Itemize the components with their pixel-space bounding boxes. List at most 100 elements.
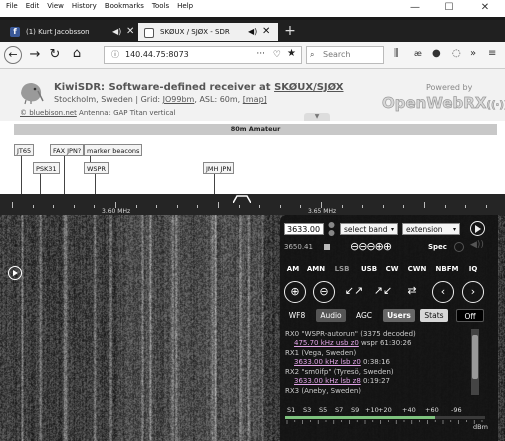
mode-nbfm[interactable]: NBFM: [433, 263, 461, 275]
max-in-button[interactable]: ↗↙: [372, 281, 394, 303]
menu-tools[interactable]: Tools: [152, 2, 169, 10]
menu-edit[interactable]: Edit: [26, 2, 40, 10]
close-window-button[interactable]: ✕: [470, 1, 500, 15]
spec-button[interactable]: Spec: [428, 243, 447, 251]
mode-cwn[interactable]: CWN: [405, 263, 429, 275]
collapse-header-chevron-icon[interactable]: ▼: [304, 113, 330, 121]
user-freq-rx2: 3633.00 kHz lsb z8 0:19:27: [294, 377, 390, 385]
scale-tick: [135, 205, 137, 208]
tab-agc[interactable]: AGC: [350, 309, 378, 322]
label-psk31[interactable]: PSK31: [33, 162, 60, 174]
forward-button[interactable]: →: [26, 46, 44, 64]
scale-tick: [362, 205, 364, 208]
tab-audio[interactable]: Audio: [316, 309, 346, 322]
asl-text: , ASL: 60m,: [194, 95, 243, 104]
zoom-buttons[interactable]: ⊖⊖⊖⊕⊕: [350, 240, 392, 253]
record-icon[interactable]: [454, 242, 464, 252]
tab-facebook[interactable]: f (1) Kurt Jacobsson ◀) ✕: [4, 23, 138, 41]
label-wspr[interactable]: WSPR: [84, 162, 109, 174]
s-meter-bar: [285, 416, 435, 419]
kiwi-callsign-link[interactable]: SKØUX/SJØX: [274, 82, 343, 93]
overflow-icon[interactable]: »: [470, 48, 476, 59]
mode-amn[interactable]: AMN: [305, 263, 327, 275]
tab-wf8[interactable]: WF8: [284, 309, 310, 322]
frequency-step-icon[interactable]: [328, 221, 335, 237]
hamburger-menu-icon[interactable]: ≡: [488, 48, 496, 59]
user-text: (Vega, Sweden): [299, 349, 357, 357]
mode-cw[interactable]: CW: [384, 263, 400, 275]
s-meter-label: +40: [402, 406, 416, 414]
speaker-icon[interactable]: ◀): [248, 23, 257, 41]
reload-button[interactable]: ↻: [46, 46, 64, 64]
chevron-down-icon: ▾: [390, 226, 394, 233]
mode-lsb[interactable]: LSB: [332, 263, 352, 275]
speaker-icon[interactable]: ◀): [112, 23, 121, 41]
page-left-button[interactable]: ‹: [432, 281, 454, 303]
scale-tick: [424, 202, 425, 208]
page-right-button[interactable]: ›: [462, 281, 484, 303]
menu-bookmarks[interactable]: Bookmarks: [105, 2, 144, 10]
band-select-value: select band: [344, 225, 388, 234]
tab-off[interactable]: Off: [456, 309, 484, 322]
mute-icon[interactable]: ◀)): [470, 240, 484, 250]
copyright-link[interactable]: © bluebison.net: [20, 109, 77, 117]
users-scrollbar-thumb[interactable]: [472, 335, 478, 379]
frequency-scale[interactable]: 3.60 MHz 3.65 MHz: [0, 194, 505, 215]
new-tab-button[interactable]: +: [282, 20, 298, 42]
band-bar[interactable]: 80m Amateur: [14, 124, 497, 135]
url-bar[interactable]: ⓘ 140.44.75:8073 ··· ♡ ★: [104, 46, 302, 64]
close-icon[interactable]: ✕: [126, 23, 134, 41]
scale-tick: [73, 205, 75, 208]
lock-icon[interactable]: [324, 244, 330, 250]
map-link[interactable]: [map]: [243, 95, 267, 104]
mode-usb[interactable]: USB: [358, 263, 380, 275]
label-fax-jpn[interactable]: FAX JPN?: [50, 144, 85, 156]
label-marker-beacons[interactable]: marker beacons: [84, 144, 143, 156]
zoom-out-button[interactable]: ⊖: [313, 281, 335, 303]
extension-ae-icon[interactable]: æ: [414, 49, 422, 58]
label-jt65-tick: [21, 156, 22, 194]
minimize-button[interactable]: —: [400, 1, 430, 15]
tab-kiwisdr[interactable]: SKØUX / SJØX - SDR ◀) ✕: [138, 23, 278, 41]
user-row-rx3: RX3 (Aneby, Sweden): [285, 387, 361, 395]
mode-am[interactable]: AM: [284, 263, 302, 275]
grid-link[interactable]: JO99bm: [163, 95, 195, 104]
passband-marker[interactable]: [233, 195, 251, 203]
s-meter-ticks: [286, 420, 483, 424]
back-button[interactable]: ←: [4, 46, 22, 64]
user-freq-link[interactable]: 3633.00 kHz lsb z0: [294, 358, 361, 366]
close-icon[interactable]: ✕: [262, 23, 270, 41]
user-id: RX2: [285, 368, 300, 376]
library-icon[interactable]: ⫼: [394, 48, 399, 59]
zoom-in-button[interactable]: ⊕: [284, 281, 306, 303]
extension-select[interactable]: extension ▾: [402, 223, 460, 235]
play-button[interactable]: [8, 266, 22, 280]
extension-icon[interactable]: ●: [432, 48, 441, 59]
user-freq-link[interactable]: 3633.00 kHz lsb z8: [294, 377, 361, 385]
start-audio-button[interactable]: [470, 221, 485, 236]
frequency-input[interactable]: 3633.00: [284, 223, 324, 235]
menu-help[interactable]: Help: [177, 2, 193, 10]
zoom-to-band-button[interactable]: ↙↗: [343, 281, 365, 303]
maximize-button[interactable]: ☐: [434, 1, 464, 15]
mode-iq[interactable]: IQ: [466, 263, 480, 275]
menu-file[interactable]: File: [6, 2, 18, 10]
tab-stats[interactable]: Stats: [420, 309, 448, 322]
sync-icon[interactable]: ◌: [452, 48, 461, 59]
scale-tick: [238, 205, 240, 208]
label-jmh-jpn[interactable]: JMH JPN: [203, 162, 235, 174]
band-select[interactable]: select band ▾: [340, 223, 398, 235]
bookmark-star-icon[interactable]: ★: [287, 46, 296, 62]
menu-view[interactable]: View: [47, 2, 64, 10]
tab-users[interactable]: Users: [383, 309, 415, 322]
label-jt65[interactable]: JT65: [14, 144, 35, 156]
swap-button[interactable]: ⇄: [401, 281, 423, 303]
user-freq-link[interactable]: 475.70 kHz usb z0: [294, 339, 359, 347]
search-input[interactable]: ⌕ Search: [306, 46, 384, 64]
info-icon[interactable]: ⓘ: [111, 47, 119, 63]
kiwi-antenna: © bluebison.net Antenna: GAP Titan verti…: [20, 109, 176, 117]
menu-history[interactable]: History: [72, 2, 97, 10]
page-actions-icon[interactable]: ···: [256, 46, 265, 62]
pocket-icon[interactable]: ♡: [273, 47, 281, 63]
home-button[interactable]: ⌂: [68, 45, 86, 63]
